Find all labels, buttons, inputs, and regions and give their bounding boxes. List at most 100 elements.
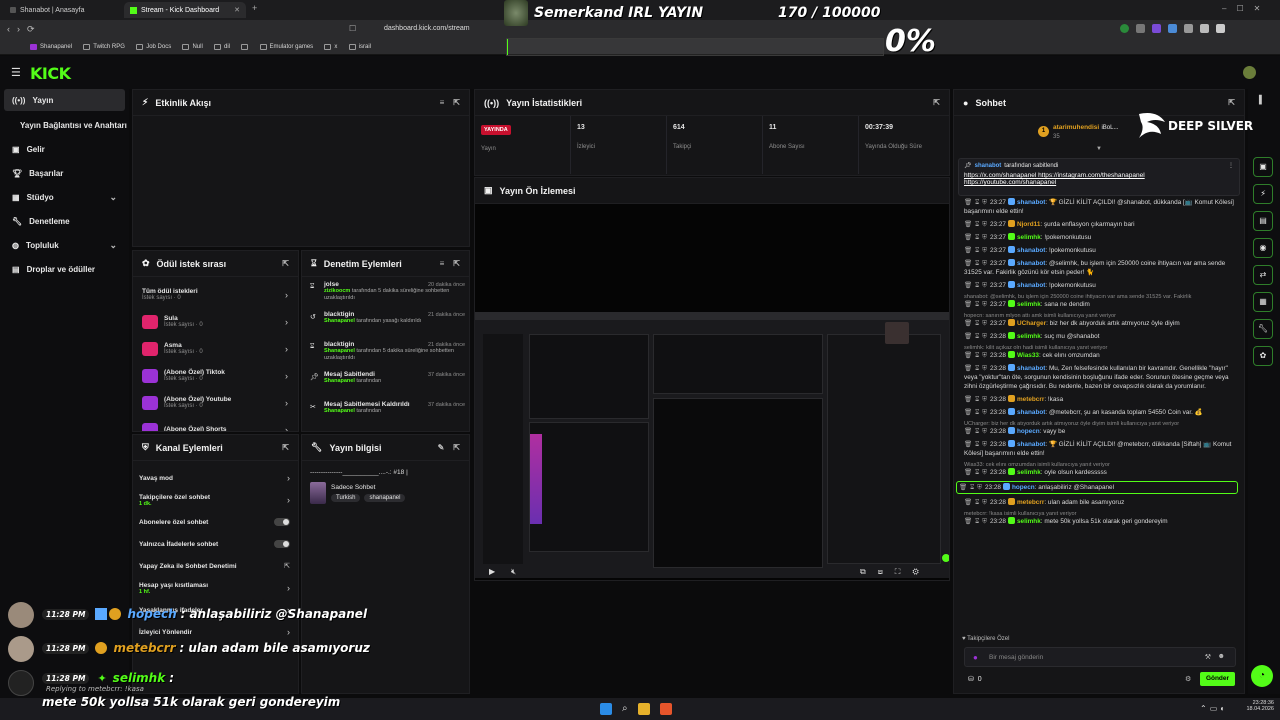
sidebar-item-studyo[interactable]: ▦ Stüdyo ⌄ — [0, 185, 129, 209]
stats-tool-icon[interactable]: ▣ — [1253, 157, 1273, 177]
ban-icon[interactable]: ⛨ — [982, 499, 987, 506]
new-tab-icon[interactable]: + — [252, 3, 257, 13]
timeout-icon[interactable]: ⌛︎ — [975, 333, 979, 340]
chat-message[interactable]: 🗑︎ ⌛︎ ⛨ 23:27 shanabot: @selimhk, bu işlem i… — [964, 259, 1238, 277]
chat-username[interactable]: selimhk — [1017, 301, 1041, 308]
tray-icons[interactable]: ⌃▭◐ — [1200, 704, 1228, 713]
delete-message-icon[interactable]: 🗑︎ — [964, 518, 972, 525]
ban-icon[interactable]: ⛨ — [982, 260, 987, 267]
chat-username[interactable]: Njord11 — [1017, 221, 1040, 228]
timeout-icon[interactable]: ⌛︎ — [975, 396, 979, 403]
chat-message[interactable]: 🗑︎ ⌛︎ ⛨ 23:28 shanabot: @metebcrr, şu an kas… — [964, 408, 1238, 417]
ban-icon[interactable]: ⛨ — [982, 396, 987, 403]
delete-message-icon[interactable]: 🗑︎ — [964, 365, 972, 372]
chat-message[interactable]: 🗑︎ ⌛︎ ⛨ 23:27 Njord11: şurda enflasyon çıkar… — [964, 220, 1238, 229]
ban-icon[interactable]: ⛨ — [982, 333, 987, 340]
timeout-icon[interactable]: ⌛︎ — [975, 320, 979, 327]
chat-username[interactable]: selimhk — [1017, 518, 1041, 525]
filter-icon[interactable]: ≡ — [440, 259, 445, 268]
bookmark-page-icon[interactable]: ☐ — [349, 24, 356, 33]
avatar[interactable] — [1243, 66, 1256, 79]
wrench-tool-icon[interactable]: 🔧︎ — [1253, 319, 1273, 339]
chat-username[interactable]: hopecn — [1012, 484, 1035, 491]
timeout-icon[interactable]: ⌛︎ — [975, 441, 979, 448]
chat-message[interactable]: 🗑︎ ⌛︎ ⛨ 23:27 selimhk: !pokemonkutusu — [964, 233, 1238, 242]
folder-icon[interactable] — [637, 703, 650, 715]
timeout-icon[interactable]: ⌛︎ — [975, 234, 979, 241]
mute-icon[interactable]: 🔇︎ — [511, 567, 516, 577]
timeout-icon[interactable]: ⌛︎ — [970, 484, 974, 491]
clock[interactable]: 23:28:36 18.04.2026 — [1240, 700, 1274, 712]
bookmark-item[interactable]: israil — [348, 44, 371, 50]
ban-icon[interactable]: ⛨ — [982, 469, 987, 476]
ban-icon[interactable]: ⛨ — [982, 199, 987, 206]
smiley-icon[interactable]: ☻ — [1218, 653, 1225, 660]
lightning-tool-icon[interactable]: ⚡︎ — [1253, 184, 1273, 204]
mod-actor[interactable]: zizikoocm — [324, 288, 350, 294]
reward-item[interactable]: (Abone Özel) Youtube İstek sayısı · 0 › — [142, 389, 298, 416]
bookmark-item[interactable] — [241, 44, 249, 50]
mod-action-item[interactable]: ⌛︎ jolse 20 dakika önce zizikoocm tarafında… — [310, 281, 465, 311]
ban-icon[interactable]: ⛨ — [982, 234, 987, 241]
timeout-icon[interactable]: ⌛︎ — [975, 352, 979, 359]
filter-icon[interactable]: ≡ — [440, 98, 445, 107]
mod-action-item[interactable]: ⌛︎ blacktigin 21 dakika önce Shanapanel tar… — [310, 341, 465, 371]
extension-icon[interactable] — [1152, 24, 1161, 33]
bookmark-item[interactable]: x — [324, 44, 337, 50]
kick-logo[interactable]: KICK — [30, 64, 71, 83]
channel-action-item[interactable]: Yavaş mod › — [139, 467, 290, 489]
extension-icon[interactable] — [1120, 24, 1129, 33]
bookmark-item[interactable]: Twitch RPG — [83, 44, 125, 50]
chat-username[interactable]: hopecn — [1017, 428, 1040, 435]
chat-message[interactable]: 🗑︎ ⌛︎ ⛨ 23:28 shanabot: 🏆 GİZLİ KİLİT AÇILDI… — [964, 440, 1238, 458]
timeout-icon[interactable]: ⌛︎ — [975, 409, 979, 416]
popout-icon[interactable]: ⇱ — [1228, 98, 1235, 107]
ban-icon[interactable]: ⛨ — [982, 441, 987, 448]
timeout-icon[interactable]: ⌛︎ — [975, 301, 979, 308]
chat-username[interactable]: selimhk — [1017, 469, 1041, 476]
chat-message[interactable]: 🗑︎ ⌛︎ ⛨ 23:28 metebcrr: !kasa — [964, 395, 1238, 404]
pinned-by-user[interactable]: shanabot — [975, 163, 1002, 169]
sidebar-item-yayin[interactable]: ((•)) Yayın — [4, 89, 125, 111]
mod-action-item[interactable]: ✂︎ Mesaj Sabitlemesi Kaldırıldı 37 dakika … — [310, 401, 465, 431]
bookmark-item[interactable]: Shanapanel — [30, 44, 72, 50]
delete-message-icon[interactable]: 🗑︎ — [964, 333, 972, 340]
channel-action-item[interactable]: Abonelere özel sohbet — [139, 511, 290, 533]
extension-icon[interactable] — [1216, 24, 1225, 33]
delete-message-icon[interactable]: 🗑︎ — [964, 469, 972, 476]
more-options-icon[interactable]: ⋮ — [1228, 162, 1234, 169]
collapse-icon[interactable]: ▐ — [1256, 95, 1262, 104]
player-controls[interactable]: ⧉⧈⛶⚙ — [860, 567, 931, 577]
channel-points[interactable]: ⛁ 0 — [968, 675, 982, 684]
chat-username[interactable]: metebcrr — [1017, 396, 1044, 403]
bookmark-item[interactable]: dil — [214, 44, 230, 50]
chat-input[interactable]: ● Bir mesaj gönderin ⚒ ☻ — [964, 647, 1236, 667]
mod-actor[interactable]: Shanapanel — [324, 378, 355, 384]
chat-username[interactable]: shanabot — [1017, 282, 1045, 289]
chevron-down-icon[interactable]: ▼ — [954, 146, 1244, 154]
chat-username[interactable]: UCharger — [1017, 320, 1046, 327]
mod-actor[interactable]: Shanapanel — [324, 318, 355, 324]
sidebar-item-gelir[interactable]: ▣ Gelir — [0, 137, 129, 161]
chat-tool-icon[interactable]: ◉ — [1253, 238, 1273, 258]
delete-message-icon[interactable]: 🗑︎ — [964, 282, 972, 289]
video-preview[interactable] — [475, 312, 949, 578]
bookmark-item[interactable]: Emulator games — [259, 44, 313, 50]
sidebar-item-droplar[interactable]: ▤ Droplar ve ödüller — [0, 257, 129, 281]
reward-tool-icon[interactable]: ✿ — [1253, 346, 1273, 366]
delete-message-icon[interactable]: 🗑︎ — [964, 499, 972, 506]
document-tool-icon[interactable]: ▤ — [1253, 211, 1273, 231]
popout-icon[interactable]: ⇱ — [282, 259, 289, 268]
sidebar-item-stream-key[interactable]: Yayın Bağlantısı ve Anahtarı — [0, 113, 129, 137]
chat-username[interactable]: shanabot — [1017, 247, 1045, 254]
reward-item[interactable]: Asma İstek sayısı · 0 › — [142, 335, 298, 362]
chat-username[interactable]: selimhk — [1017, 234, 1041, 241]
delete-message-icon[interactable]: 🗑︎ — [964, 352, 972, 359]
mod-actor[interactable]: Shanapanel — [324, 348, 355, 354]
ban-icon[interactable]: ⛨ — [982, 409, 987, 416]
bookmark-item[interactable]: Null — [182, 44, 203, 50]
chat-username[interactable]: Wias33 — [1017, 352, 1039, 359]
timeout-icon[interactable]: ⌛︎ — [975, 282, 979, 289]
layout-tool-icon[interactable]: ▦ — [1253, 292, 1273, 312]
timeout-icon[interactable]: ⌛︎ — [975, 199, 979, 206]
